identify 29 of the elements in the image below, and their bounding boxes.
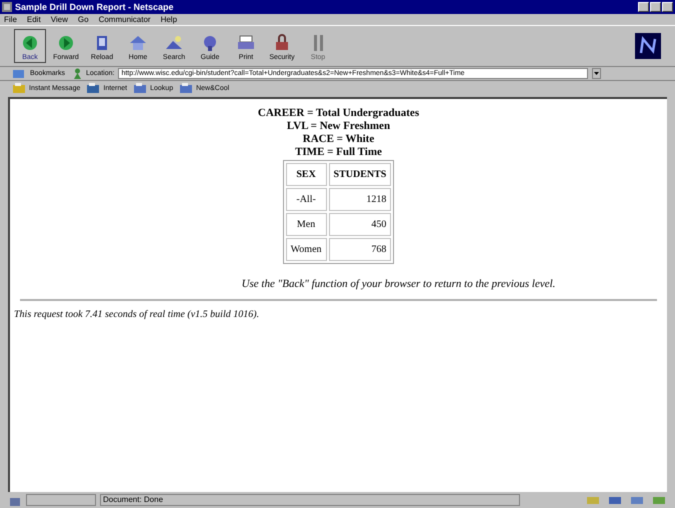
caret-icon bbox=[594, 72, 600, 75]
menu-item[interactable]: Edit bbox=[26, 16, 41, 24]
table-cell: 1218 bbox=[328, 188, 392, 211]
filter-heading: RACE = White bbox=[302, 133, 374, 146]
menu-item[interactable]: File bbox=[4, 16, 17, 24]
table-cell: 768 bbox=[328, 238, 392, 261]
minimize-button[interactable] bbox=[638, 2, 649, 12]
app-icon bbox=[2, 2, 12, 12]
close-button[interactable] bbox=[662, 2, 673, 12]
filter-heading: TIME = Full Time bbox=[295, 146, 382, 159]
dropdown-button[interactable] bbox=[592, 68, 602, 79]
table-cell: Women bbox=[286, 238, 327, 261]
menu-item[interactable]: Help bbox=[160, 16, 178, 24]
instruction-text: Use the "Back" function of your browser to return to the previous level. bbox=[242, 277, 556, 292]
table-cell: -All- bbox=[286, 188, 327, 211]
maximize-button[interactable] bbox=[650, 2, 661, 12]
table-cell: 450 bbox=[328, 213, 392, 236]
filter-heading: CAREER = Total Undergraduates bbox=[258, 107, 420, 120]
timing-text: This request took 7.41 seconds of real time (v1.5 build 1016). bbox=[13, 308, 260, 322]
table-cell: Men bbox=[286, 213, 327, 236]
status-text: Document: Done bbox=[100, 494, 520, 506]
column-header: SEX bbox=[286, 163, 327, 186]
menu-item[interactable]: Communicator bbox=[98, 16, 151, 24]
window-title: Sample Drill Down Report - Netscape bbox=[15, 2, 174, 12]
column-header: STUDENTS bbox=[328, 163, 392, 186]
filter-heading: LVL = New Freshmen bbox=[286, 120, 390, 133]
menu-item[interactable]: Go bbox=[78, 16, 89, 24]
menu-item[interactable]: View bbox=[50, 16, 68, 24]
stop-icon bbox=[314, 34, 322, 50]
